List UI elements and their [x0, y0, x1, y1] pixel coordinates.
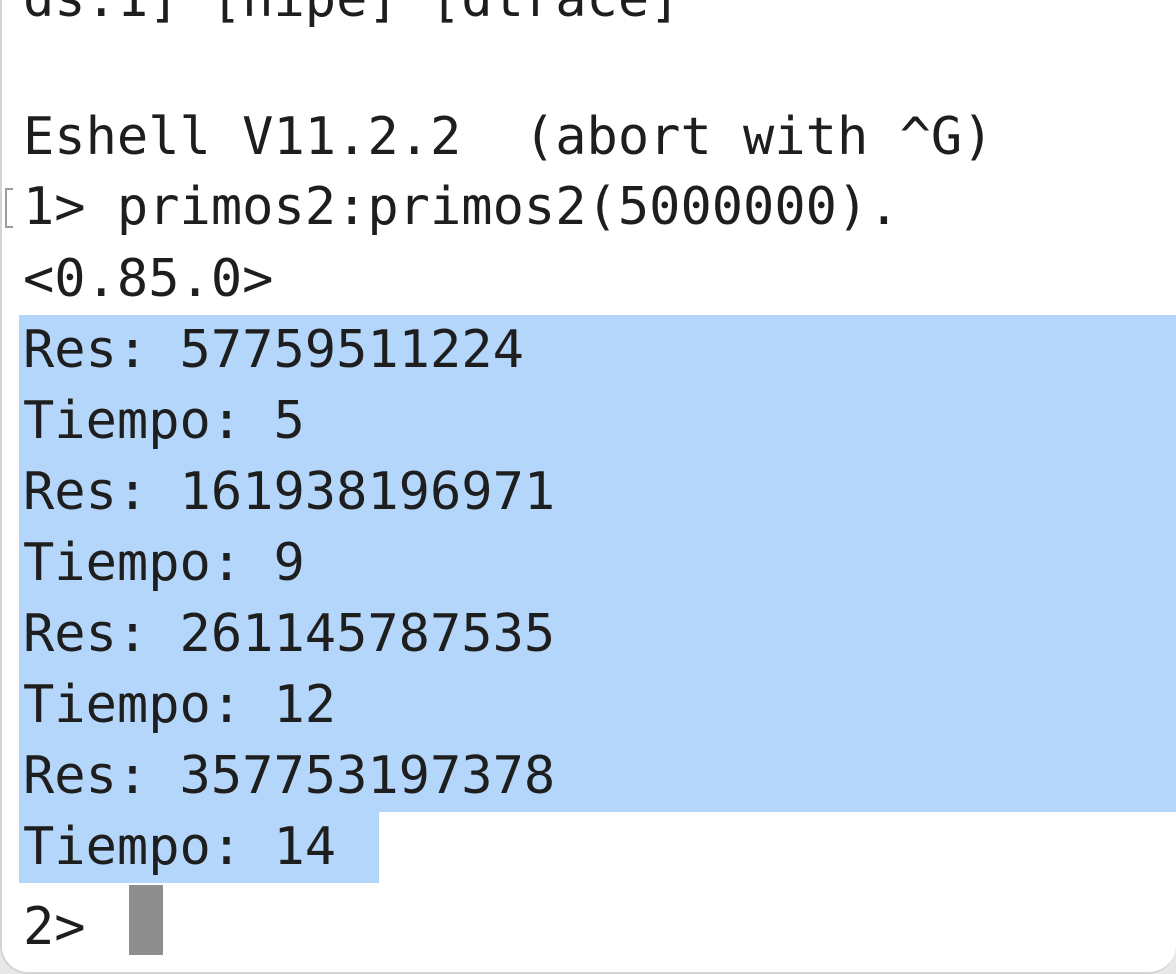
text-cursor[interactable] — [129, 885, 163, 955]
terminal-line-command: 1> primos2:primos2(5000000). — [2, 172, 900, 243]
shell-prompt: 2> — [23, 897, 117, 957]
command-text: 1> primos2:primos2(5000000). — [23, 177, 900, 237]
terminal-line-banner: Eshell V11.2.2 (abort with ^G) — [2, 102, 994, 173]
terminal-line-pid: <0.85.0> — [2, 244, 273, 315]
selected-output-line: Tiempo: 14 — [19, 812, 379, 883]
terminal-line-clipped: ds:1] [hipe] [dtrace] — [2, 0, 680, 35]
output-text: Res: 261145787535 — [23, 604, 556, 664]
output-text: Tiempo: 9 — [23, 533, 305, 593]
terminal-output[interactable]: ds:1] [hipe] [dtrace] Eshell V11.2.2 (ab… — [2, 0, 1176, 972]
selected-output-line: Tiempo: 9 — [19, 528, 1176, 599]
output-text: Tiempo: 12 — [23, 675, 337, 735]
selected-output-line: Tiempo: 5 — [19, 386, 1176, 457]
output-text: Res: 357753197378 — [23, 746, 556, 806]
terminal-window[interactable]: ds:1] [hipe] [dtrace] Eshell V11.2.2 (ab… — [0, 0, 1176, 974]
output-text: Tiempo: 14 — [23, 817, 337, 877]
pid-output: <0.85.0> — [23, 249, 274, 309]
output-text: Res: 161938196971 — [23, 462, 556, 522]
output-text: Tiempo: 5 — [23, 391, 305, 451]
clipped-line-text: ds:1] [hipe] [dtrace] — [23, 0, 680, 35]
output-text: Res: 57759511224 — [23, 320, 524, 380]
selected-output-line: Res: 161938196971 — [19, 457, 1176, 528]
selected-output-line: Res: 261145787535 — [19, 599, 1176, 670]
selected-output-line: Tiempo: 12 — [19, 670, 1176, 741]
eshell-banner: Eshell V11.2.2 (abort with ^G) — [23, 107, 994, 167]
selected-output-line: Res: 357753197378 — [19, 741, 1176, 812]
selected-output-line: Res: 57759511224 — [19, 315, 1176, 386]
